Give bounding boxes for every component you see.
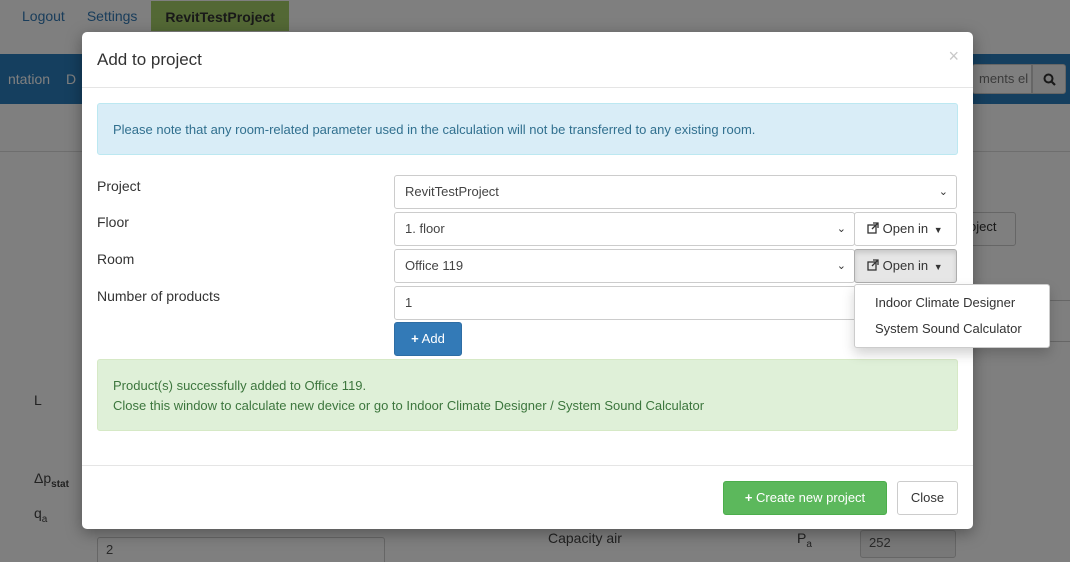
floor-select-value: 1. floor (405, 221, 445, 236)
success-alert: Product(s) successfully added to Office … (97, 359, 958, 431)
success-line-2: Close this window to calculate new devic… (113, 398, 705, 413)
close-button[interactable]: Close (897, 481, 958, 515)
room-label: Room (97, 251, 135, 267)
info-alert: Please note that any room-related parame… (97, 103, 958, 155)
plus-icon: + (411, 331, 419, 346)
room-open-in-label: Open in (882, 258, 929, 273)
create-new-project-label: Create new project (756, 490, 866, 505)
floor-open-in-button[interactable]: Open in ▼ (854, 212, 957, 246)
modal-title: Add to project (97, 50, 202, 69)
external-link-icon (867, 222, 879, 234)
chevron-down-icon: ⌄ (938, 186, 948, 198)
project-select[interactable]: RevitTestProject ⌄ (394, 175, 957, 209)
add-button[interactable]: + Add (394, 322, 462, 356)
add-button-label: Add (421, 331, 445, 346)
caret-down-icon: ▼ (933, 262, 943, 272)
add-to-project-modal: Add to project × Please note that any ro… (82, 32, 973, 529)
plus-icon: + (744, 490, 753, 505)
modal-header: Add to project × (82, 32, 973, 88)
project-label: Project (97, 178, 141, 194)
room-select-value: Office 119 (405, 258, 464, 273)
caret-down-icon: ▼ (933, 225, 943, 235)
room-open-in-button[interactable]: Open in ▼ (854, 249, 957, 283)
chevron-down-icon: ⌄ (836, 260, 846, 272)
number-of-products-label: Number of products (97, 288, 220, 304)
close-icon[interactable]: × (948, 46, 959, 67)
floor-open-in-label: Open in (882, 221, 929, 236)
external-link-icon (867, 259, 879, 271)
floor-label: Floor (97, 214, 129, 230)
open-in-dropdown-menu: Indoor Climate Designer System Sound Cal… (854, 284, 1050, 348)
floor-select[interactable]: 1. floor ⌄ (394, 212, 855, 246)
room-select[interactable]: Office 119 ⌄ (394, 249, 855, 283)
modal-footer: + Create new project Close (82, 465, 973, 529)
success-line-1: Product(s) successfully added to Office … (113, 378, 367, 393)
dropdown-item-system-sound-calculator[interactable]: System Sound Calculator (855, 316, 1049, 342)
chevron-down-icon: ⌄ (836, 223, 846, 235)
project-select-value: RevitTestProject (405, 184, 499, 199)
dropdown-item-indoor-climate-designer[interactable]: Indoor Climate Designer (855, 290, 1049, 316)
create-new-project-button[interactable]: + Create new project (723, 481, 887, 515)
